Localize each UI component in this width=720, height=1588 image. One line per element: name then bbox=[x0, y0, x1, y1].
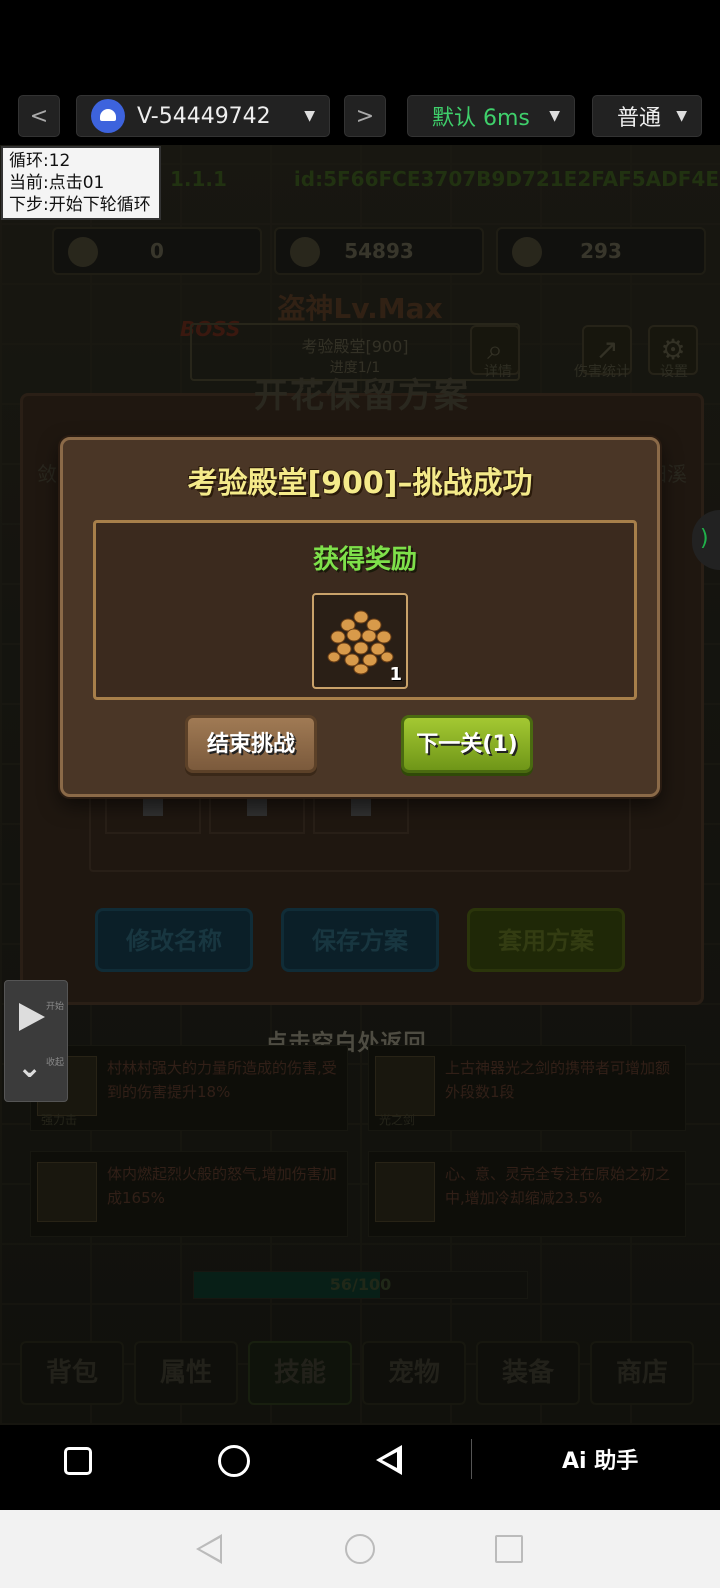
wifi-icon: ) bbox=[700, 526, 709, 551]
android-icon bbox=[91, 99, 125, 133]
mode-label: 普通 bbox=[617, 106, 662, 131]
device-name: V-54449742 bbox=[137, 103, 271, 129]
chevron-left-icon: < bbox=[29, 103, 49, 129]
reward-item-slot[interactable]: 1 bbox=[312, 593, 408, 689]
status-current: 当前:点击01 bbox=[9, 173, 105, 193]
collapse-label: 收起 bbox=[45, 1058, 64, 1068]
recents-icon[interactable] bbox=[64, 1447, 92, 1475]
forward-button[interactable]: > bbox=[344, 95, 386, 137]
play-icon[interactable] bbox=[19, 1003, 45, 1031]
chevron-down-icon: ▼ bbox=[549, 108, 560, 124]
status-next: 下步:开始下轮循环 bbox=[9, 195, 151, 215]
script-status-panel: 循环:12 当前:点击01 下步:开始下轮循环 bbox=[1, 146, 161, 220]
mode-selector[interactable]: 普通 ▼ bbox=[592, 95, 702, 137]
chevron-down-icon: ▼ bbox=[676, 108, 687, 124]
remote-toolbar: < V-54449742 ▼ > 默认 6ms ▼ 普通 ▼ bbox=[0, 0, 720, 145]
play-label: 开始 bbox=[45, 1002, 64, 1012]
end-challenge-button[interactable]: 结束挑战 bbox=[185, 715, 317, 773]
ai-assistant-button[interactable]: Ai 助手 bbox=[562, 1443, 638, 1475]
remote-nav-bar: Ai 助手 bbox=[0, 1425, 720, 1510]
latency-label: 默认 6ms bbox=[432, 106, 530, 131]
system-home-icon[interactable] bbox=[345, 1534, 375, 1564]
challenge-result-dialog: 考验殿堂[900]–挑战成功 获得奖励 1 结束挑战 下一关(1) bbox=[60, 437, 660, 797]
next-level-button[interactable]: 下一关(1) bbox=[401, 715, 533, 773]
reward-item-count: 1 bbox=[389, 664, 402, 685]
back-icon-inner bbox=[382, 1452, 397, 1468]
system-nav-bar bbox=[0, 1510, 720, 1588]
device-selector[interactable]: V-54449742 ▼ bbox=[76, 95, 330, 137]
system-recents-icon[interactable] bbox=[495, 1535, 523, 1563]
back-button[interactable]: < bbox=[18, 95, 60, 137]
reward-box: 获得奖励 1 bbox=[93, 520, 637, 700]
latency-selector[interactable]: 默认 6ms ▼ bbox=[407, 95, 575, 137]
chevron-down-icon: ▼ bbox=[304, 108, 315, 124]
dialog-title: 考验殿堂[900]–挑战成功 bbox=[187, 466, 533, 501]
seeds-icon bbox=[327, 610, 394, 675]
chevron-right-icon: > bbox=[355, 103, 375, 129]
home-icon[interactable] bbox=[218, 1445, 250, 1477]
system-back-icon-inner bbox=[200, 1538, 220, 1560]
status-loop: 循环:12 bbox=[9, 151, 71, 171]
reward-label: 获得奖励 bbox=[312, 545, 417, 575]
collapse-icon[interactable]: ⌄ bbox=[17, 1053, 42, 1083]
nav-divider bbox=[471, 1439, 472, 1479]
floating-control-widget[interactable]: 开始 ⌄ 收起 bbox=[4, 980, 68, 1102]
